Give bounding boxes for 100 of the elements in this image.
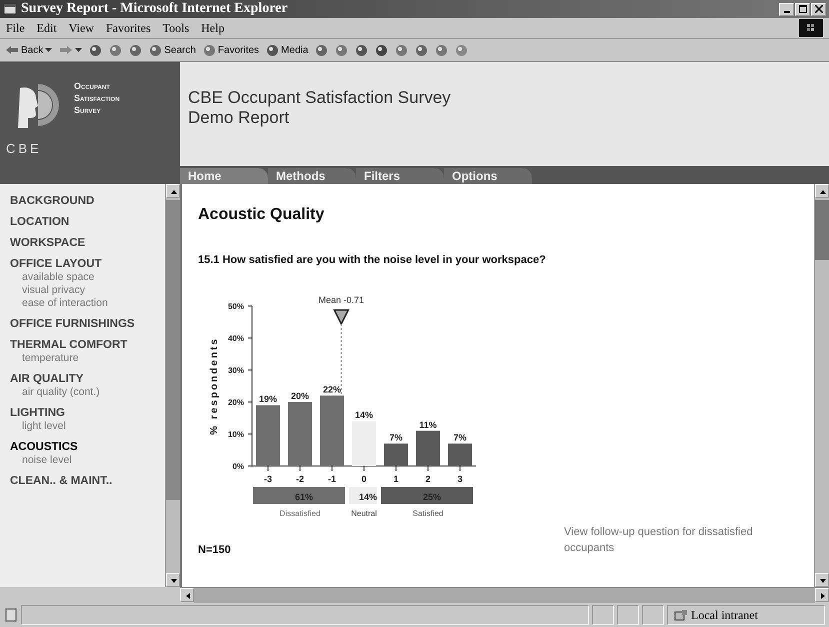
status-pane — [617, 605, 639, 625]
sidebar-subitem[interactable]: air quality (cont.) — [10, 386, 155, 399]
scroll-left-icon[interactable] — [180, 588, 194, 602]
bar-value-label: 19% — [259, 394, 277, 404]
security-zone: Local intranet — [667, 605, 825, 625]
maximize-button[interactable] — [795, 2, 810, 16]
round-icon — [89, 44, 102, 56]
y-tick-label: 10% — [228, 430, 244, 439]
sidebar-item[interactable]: LIGHTING — [10, 406, 155, 420]
round-icon — [375, 44, 388, 56]
scroll-thumb[interactable] — [815, 200, 829, 260]
minimize-button[interactable] — [779, 2, 794, 16]
sidebar-item[interactable]: THERMAL COMFORT — [10, 338, 155, 352]
scroll-right-icon[interactable] — [815, 588, 829, 602]
bar-value-label: 7% — [454, 432, 466, 443]
sidebar-item[interactable]: ACOUSTICS — [10, 440, 155, 454]
sidebar-subitem[interactable]: noise level — [10, 454, 155, 467]
summary-label: Dissatisfied — [280, 509, 320, 518]
menu-item[interactable]: View — [68, 20, 94, 36]
y-tick-label: 30% — [228, 366, 244, 375]
research-button[interactable] — [434, 44, 450, 56]
sidebar-subitem[interactable]: available space — [10, 271, 155, 284]
back-button[interactable]: Back — [4, 44, 54, 56]
nav-tab[interactable]: Home — [180, 168, 268, 184]
scroll-thumb[interactable] — [166, 200, 180, 500]
menu-item[interactable]: Edit — [36, 20, 57, 36]
follow-up-link[interactable]: View follow-up question for dissatisfied occupants — [564, 524, 800, 556]
close-button[interactable] — [811, 2, 826, 16]
menu-item[interactable]: Help — [201, 20, 224, 36]
sidebar-item[interactable]: AIR QUALITY — [10, 372, 155, 386]
round-icon — [455, 44, 468, 56]
x-tick-label: 0 — [362, 474, 366, 484]
status-pane — [592, 605, 614, 625]
nav-tab[interactable]: Options — [444, 168, 532, 184]
y-tick-label: 0% — [232, 462, 244, 471]
browser-icon — [3, 2, 17, 16]
maximize-icon — [798, 5, 806, 13]
scroll-up-icon[interactable] — [815, 184, 829, 198]
logo-text: Satisfaction — [74, 92, 120, 104]
stop-button[interactable] — [88, 44, 104, 56]
sidebar-subitem[interactable]: temperature — [10, 352, 155, 365]
forward-button[interactable] — [58, 45, 84, 55]
y-tick-label: 20% — [228, 398, 244, 407]
x-tick-label: 3 — [458, 474, 462, 484]
nav-tab[interactable]: Methods — [268, 168, 356, 184]
sidebar-item[interactable]: BACKGROUND — [10, 194, 155, 208]
nav-tab[interactable]: Filters — [356, 168, 444, 184]
messenger-button[interactable] — [414, 44, 430, 56]
menu-item[interactable]: Favorites — [106, 20, 151, 36]
mean-label: Mean -0.71 — [318, 295, 364, 305]
mail-button[interactable] — [334, 44, 350, 56]
status-pane — [642, 605, 664, 625]
history-button[interactable] — [314, 44, 330, 56]
scroll-up-icon[interactable] — [166, 184, 180, 198]
chat-button[interactable] — [454, 44, 470, 56]
refresh-button[interactable] — [108, 44, 124, 56]
sidebar-item[interactable]: OFFICE FURNISHINGS — [10, 317, 155, 331]
caret-icon — [45, 48, 52, 52]
round-icon — [129, 44, 142, 56]
sidebar-scrollbar[interactable] — [165, 184, 180, 587]
x-tick-label: -2 — [296, 474, 304, 484]
sidebar-subitem[interactable]: light level — [10, 420, 155, 433]
y-axis-label: % respondents — [209, 337, 220, 435]
logo-text: Occupant — [74, 80, 111, 92]
round-icon — [315, 44, 328, 56]
summary-percent: 14% — [359, 492, 377, 502]
sidebar-subitem[interactable]: visual privacy — [10, 284, 155, 297]
discuss-button[interactable] — [394, 44, 410, 56]
horizontal-scrollbar[interactable] — [180, 587, 829, 603]
scroll-down-icon[interactable] — [815, 573, 829, 587]
media-button[interactable]: Media — [265, 44, 310, 56]
window-title: Survey Report - Microsoft Internet Explorer — [21, 1, 289, 17]
round-icon — [109, 44, 122, 56]
menu-item[interactable]: File — [6, 20, 25, 36]
x-tick-label: -3 — [264, 474, 272, 484]
sidebar-subitem[interactable]: ease of interaction — [10, 297, 155, 310]
edit-button[interactable] — [374, 44, 390, 56]
sidebar-item[interactable]: CLEAN.. & MAINT.. — [10, 474, 155, 488]
favorites-button[interactable]: Favorites — [202, 44, 260, 56]
scroll-down-icon[interactable] — [166, 573, 180, 587]
close-icon — [814, 5, 822, 13]
round-icon — [266, 44, 280, 56]
sidebar-item[interactable]: WORKSPACE — [10, 236, 155, 250]
summary-label: Satisfied — [412, 509, 444, 518]
sidebar-item[interactable]: LOCATION — [10, 215, 155, 229]
round-icon — [395, 44, 408, 56]
round-icon — [355, 44, 368, 56]
round-icon — [335, 44, 348, 56]
round-icon — [415, 44, 428, 56]
caret-icon — [75, 48, 82, 52]
logo-text: Survey — [74, 104, 102, 116]
question-text: 15.1 How satisfied are you with the noise level in your workspace? — [198, 254, 547, 266]
sample-size: N=150 — [198, 544, 231, 556]
page-scrollbar[interactable] — [814, 184, 829, 587]
sidebar-item[interactable]: OFFICE LAYOUT — [10, 257, 155, 271]
home-button[interactable] — [128, 44, 144, 56]
report-title: CBE Occupant Satisfaction Survey — [188, 88, 452, 108]
menu-item[interactable]: Tools — [162, 20, 190, 36]
search-button[interactable]: Search — [148, 44, 197, 56]
print-button[interactable] — [354, 44, 370, 56]
